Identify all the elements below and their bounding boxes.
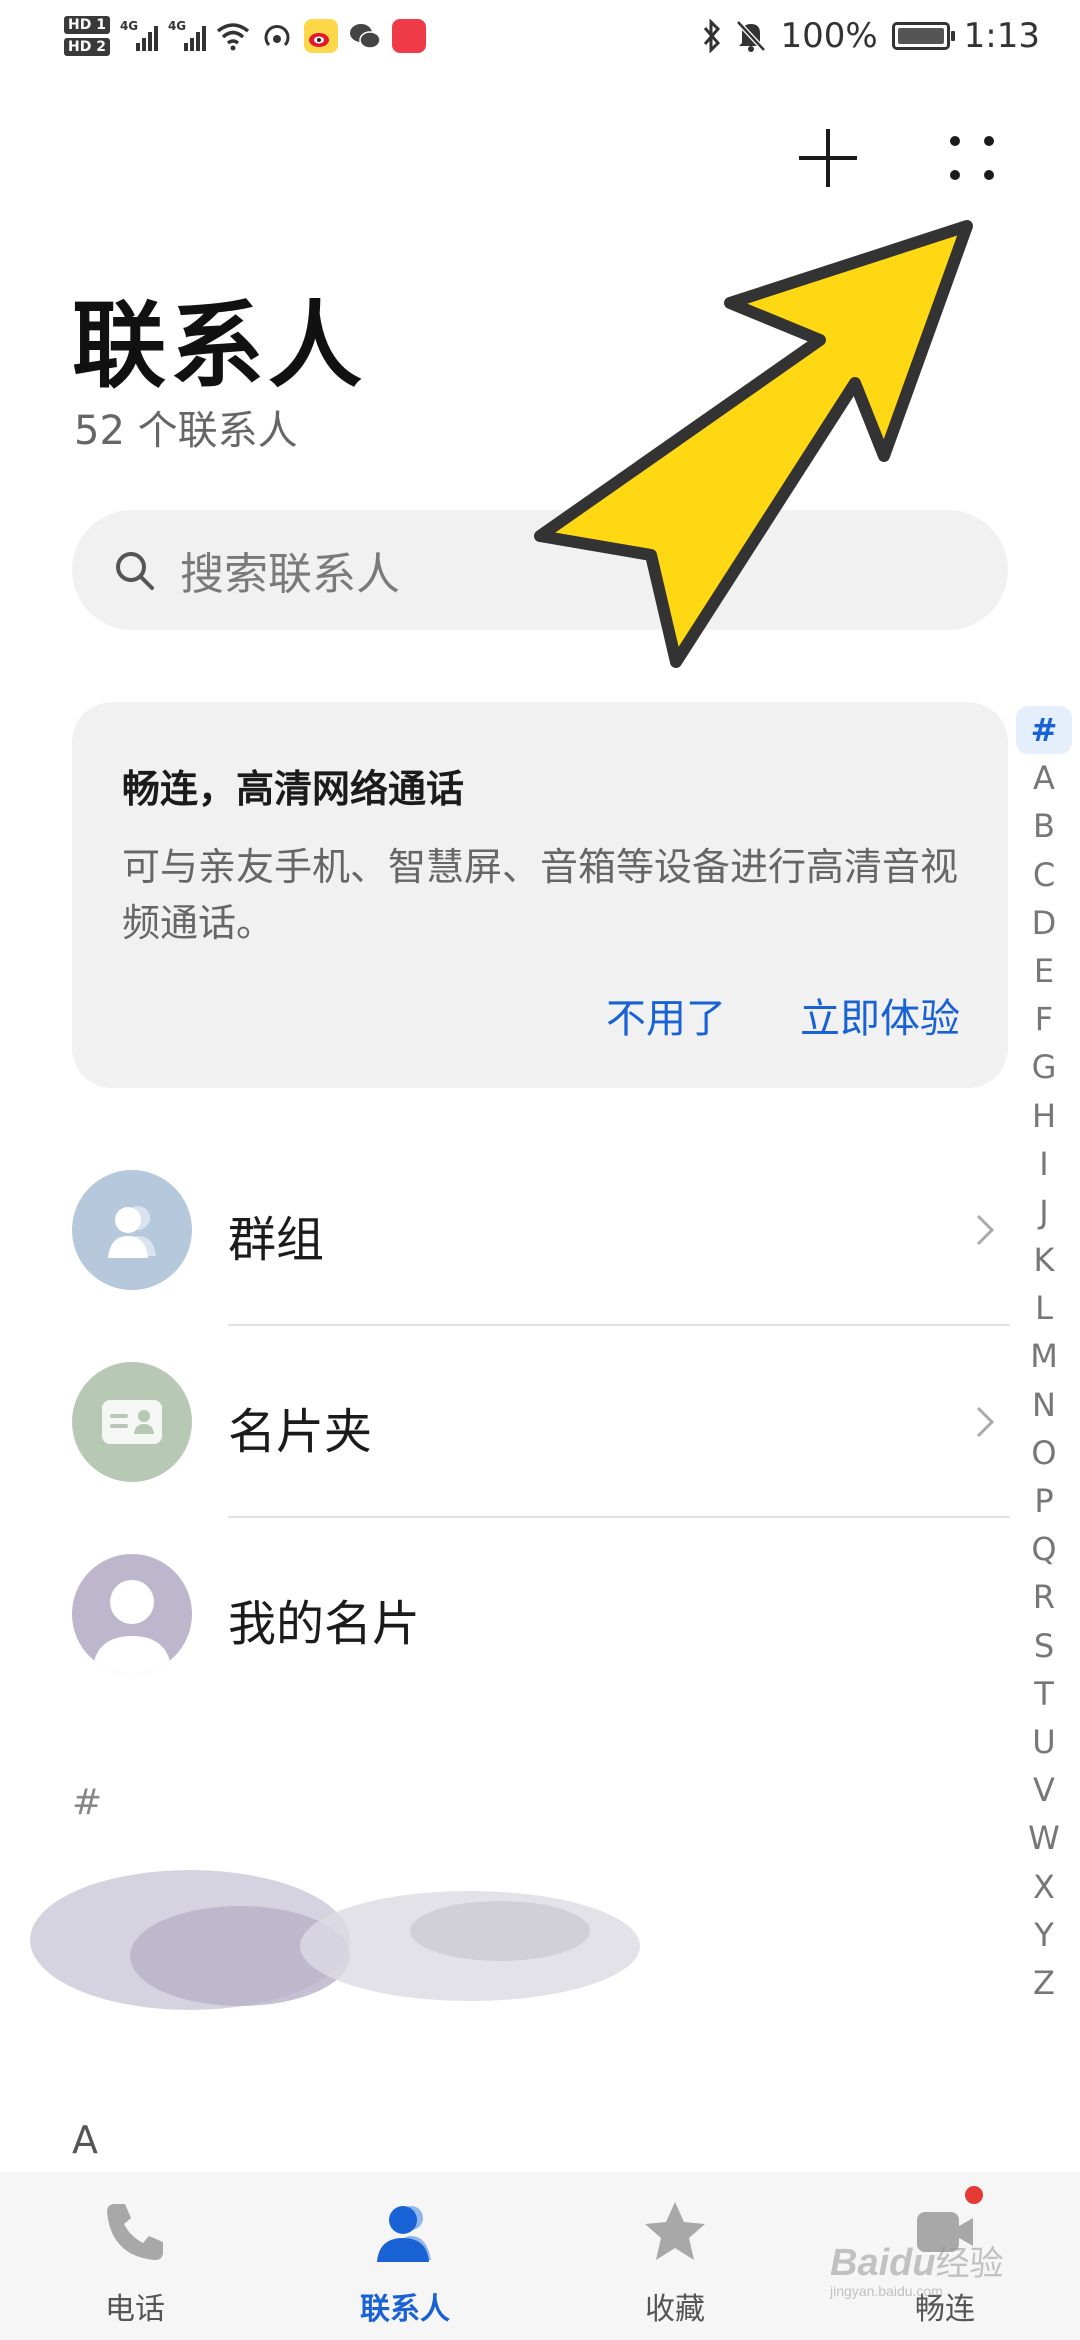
- promo-dismiss-button[interactable]: 不用了: [606, 986, 726, 1044]
- huawei-appgallery-icon: [391, 19, 426, 53]
- index-letter[interactable]: N: [1016, 1381, 1072, 1429]
- promo-body: 可与亲友手机、智慧屏、音箱等设备进行高清音视频通话。: [122, 845, 959, 945]
- section-header-a: A: [72, 2118, 98, 2162]
- tab-phone[interactable]: 电话: [0, 2172, 270, 2340]
- search-icon: [116, 552, 154, 590]
- promo-actions: 不用了 立即体验: [606, 986, 960, 1044]
- contacts-icon: [377, 2206, 431, 2262]
- watermark-url: jingyan.baidu.com: [830, 2283, 943, 2299]
- index-letter[interactable]: R: [1016, 1573, 1072, 1621]
- index-letter[interactable]: L: [1016, 1284, 1072, 1332]
- signal-2-icon: 4G: [167, 19, 206, 51]
- weibo-icon: [303, 19, 338, 53]
- index-letter[interactable]: W: [1016, 1814, 1072, 1862]
- index-letter[interactable]: H: [1016, 1092, 1072, 1140]
- watermark-suffix: 经验: [935, 2245, 1004, 2283]
- index-letter[interactable]: O: [1016, 1429, 1072, 1477]
- bottom-navigation: 电话 联系人 收藏 畅连 Baidu经验 jingyan.baidu.com: [0, 2172, 1080, 2340]
- promo-title: 畅连，高清网络通话: [122, 767, 465, 811]
- battery-icon: [891, 22, 955, 50]
- index-letter[interactable]: S: [1016, 1622, 1072, 1670]
- bluetooth-icon: [704, 19, 721, 53]
- index-letter[interactable]: M: [1016, 1332, 1072, 1380]
- index-letter[interactable]: #: [1016, 706, 1072, 755]
- mute-bell-icon: [736, 20, 767, 52]
- contact-count: 52 个联系人: [74, 408, 298, 454]
- group-icon: [72, 1170, 192, 1290]
- status-time: 1:13: [963, 16, 1040, 56]
- tab-label: 联系人: [360, 2292, 450, 2327]
- index-letter[interactable]: B: [1016, 802, 1072, 850]
- battery-percent: 100%: [780, 16, 878, 56]
- watermark-brand: Baidu: [830, 2242, 936, 2284]
- status-bar: HD 1 HD 2 4G 4G 100% 1:13: [0, 0, 1080, 72]
- hd1-indicator: HD 1: [64, 16, 110, 34]
- index-letter[interactable]: P: [1016, 1477, 1072, 1525]
- chevron-right-icon: [976, 1406, 995, 1438]
- tab-contacts[interactable]: 联系人: [270, 2172, 540, 2340]
- index-letter[interactable]: E: [1016, 947, 1072, 995]
- index-letter[interactable]: J: [1016, 1188, 1072, 1236]
- network-type-1: 4G: [119, 19, 139, 33]
- list-item-card-holder[interactable]: 名片夹: [0, 1326, 1010, 1518]
- index-letter[interactable]: Z: [1016, 1959, 1072, 2007]
- index-letter[interactable]: X: [1016, 1863, 1072, 1911]
- index-letter[interactable]: Y: [1016, 1911, 1072, 1959]
- wechat-icon: [348, 19, 382, 53]
- notification-dot: [965, 2186, 983, 2204]
- baidu-watermark: Baidu经验 jingyan.baidu.com: [830, 2236, 1004, 2299]
- tab-favorites[interactable]: 收藏: [540, 2172, 810, 2340]
- index-letter[interactable]: V: [1016, 1766, 1072, 1814]
- hotspot-icon: [260, 19, 294, 53]
- phone-icon: [107, 2204, 163, 2260]
- list-item-label: 群组: [228, 1212, 325, 1268]
- card-holder-icon: [72, 1362, 192, 1482]
- search-placeholder: 搜索联系人: [180, 549, 400, 600]
- tab-label: 收藏: [645, 2292, 705, 2327]
- add-contact-button[interactable]: [788, 118, 868, 198]
- index-letter[interactable]: Q: [1016, 1525, 1072, 1573]
- index-letter[interactable]: D: [1016, 899, 1072, 947]
- search-input[interactable]: 搜索联系人: [72, 510, 1008, 630]
- plus-icon: [799, 129, 857, 187]
- meetime-promo-card: 畅连，高清网络通话 可与亲友手机、智慧屏、音箱等设备进行高清音视频通话。 不用了…: [72, 702, 1008, 1088]
- person-icon: [72, 1554, 192, 1674]
- index-letter[interactable]: T: [1016, 1670, 1072, 1718]
- network-type-2: 4G: [167, 19, 187, 33]
- index-letter[interactable]: K: [1016, 1236, 1072, 1284]
- list-item-label: 名片夹: [228, 1404, 373, 1460]
- index-letter[interactable]: C: [1016, 851, 1072, 899]
- hd-indicators: HD 1 HD 2: [64, 16, 110, 56]
- more-options-button[interactable]: [932, 118, 1012, 198]
- status-right: 100% 1:13: [702, 8, 1040, 64]
- hd2-indicator: HD 2: [64, 38, 110, 56]
- wifi-icon: [216, 19, 250, 53]
- index-letter[interactable]: I: [1016, 1140, 1072, 1188]
- page-title: 联系人: [72, 292, 367, 401]
- index-letter[interactable]: G: [1016, 1043, 1072, 1091]
- signal-1-icon: 4G: [119, 19, 158, 51]
- section-header-hash: #: [72, 1782, 103, 1823]
- list-item-label: 我的名片: [228, 1596, 421, 1652]
- tab-label: 电话: [105, 2292, 165, 2327]
- list-item-my-card[interactable]: 我的名片: [0, 1518, 1010, 1710]
- list-item-groups[interactable]: 群组: [0, 1134, 1010, 1326]
- more-dots-icon: [950, 136, 994, 180]
- redacted-contact: [30, 1870, 640, 2010]
- alphabet-index[interactable]: # A B C D E F G H I J K L M N O P Q R S T U V W X Y Z: [1016, 706, 1072, 2007]
- index-letter[interactable]: F: [1016, 995, 1072, 1043]
- index-letter[interactable]: U: [1016, 1718, 1072, 1766]
- star-icon: [645, 2202, 705, 2260]
- chevron-right-icon: [976, 1214, 995, 1246]
- index-letter[interactable]: A: [1016, 754, 1072, 802]
- status-left: HD 1 HD 2 4G 4G: [64, 8, 426, 64]
- promo-try-button[interactable]: 立即体验: [800, 986, 960, 1044]
